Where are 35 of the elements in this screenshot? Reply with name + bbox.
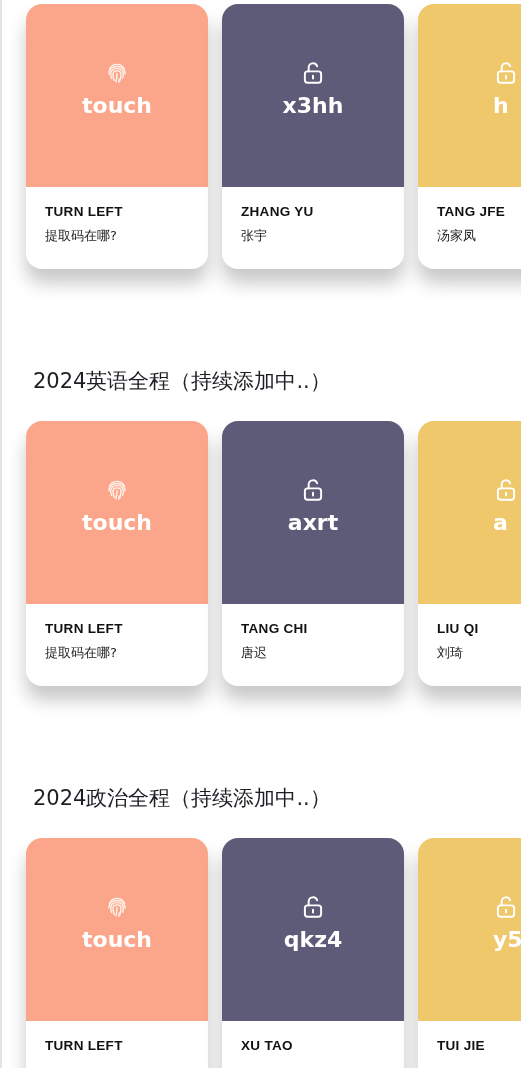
teacher-name: ZHANG YU <box>241 204 315 219</box>
course-card[interactable]: x3hh ZHANG YU 张宇 <box>222 4 404 269</box>
teacher-name: LIU QI <box>437 621 480 636</box>
teacher-name: XU TAO <box>241 1038 294 1053</box>
course-card[interactable]: touch TURN LEFT <box>26 838 208 1068</box>
course-card[interactable]: a LIU QI 刘琦 <box>418 421 521 686</box>
teacher-chinese-name: 张宇 <box>241 227 268 245</box>
course-card[interactable]: y5 TUI JIE <box>418 838 521 1068</box>
teacher-name: TURN LEFT <box>45 621 124 636</box>
teacher-name: TURN LEFT <box>45 1038 124 1053</box>
teacher-name: TURN LEFT <box>45 204 124 219</box>
teacher-chinese-name: 汤家凤 <box>437 227 477 245</box>
course-card[interactable]: axrt TANG CHI 唐迟 <box>222 421 404 686</box>
course-card[interactable]: h TANG JFE 汤家凤 <box>418 4 521 269</box>
access-code: touch <box>82 508 152 537</box>
access-code: h <box>493 91 509 120</box>
access-code: axrt <box>287 508 339 537</box>
course-card[interactable]: touch TURN LEFT 提取码在哪? <box>26 4 208 269</box>
teacher-chinese-name: 刘琦 <box>437 644 464 662</box>
access-code: touch <box>82 925 152 954</box>
access-code: y5 <box>493 925 521 954</box>
access-code: touch <box>82 91 152 120</box>
access-code: a <box>493 508 508 537</box>
teacher-chinese-name: 提取码在哪? <box>45 227 118 245</box>
teacher-chinese-name: 提取码在哪? <box>45 644 118 662</box>
access-code: x3hh <box>282 91 344 120</box>
teacher-name: TANG JFE <box>437 204 507 219</box>
teacher-name: TANG CHI <box>241 621 309 636</box>
section-title: 2024英语全程（持续添加中..） <box>33 369 332 393</box>
access-code: qkz4 <box>283 925 343 954</box>
teacher-chinese-name: 唐迟 <box>241 644 268 662</box>
course-card[interactable]: qkz4 XU TAO <box>222 838 404 1068</box>
course-card[interactable]: touch TURN LEFT 提取码在哪? <box>26 421 208 686</box>
teacher-name: TUI JIE <box>437 1038 486 1053</box>
section-title: 2024政治全程（持续添加中..） <box>33 786 332 810</box>
